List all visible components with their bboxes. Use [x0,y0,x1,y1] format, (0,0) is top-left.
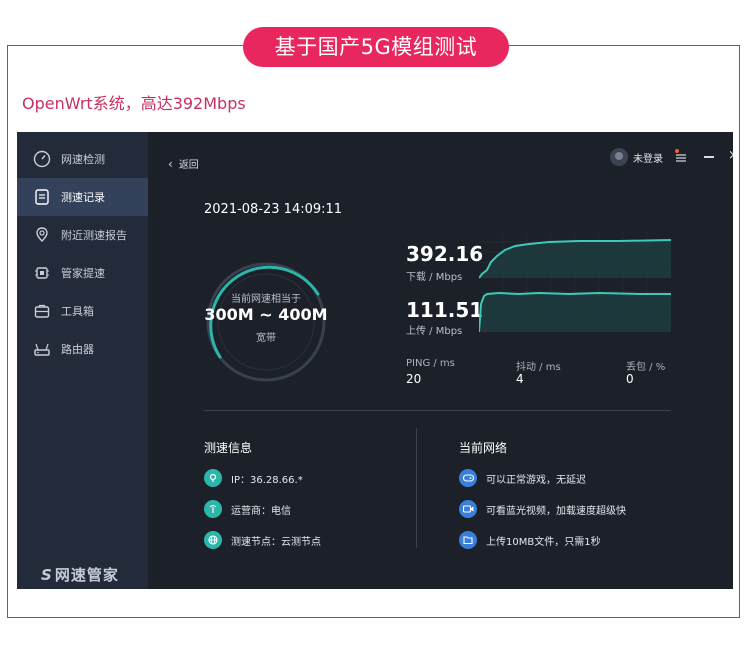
location-pin-icon [204,469,222,487]
gamepad-icon [459,469,477,487]
user-login[interactable]: 未登录 [610,148,663,166]
avatar [610,148,628,166]
info-row-node: 测速节点：云测节点 [204,531,321,549]
column-divider [416,428,417,548]
app-window: 网速检测 测速记录 附近测速报告 管家提速 工具箱 路由器 S 网速管家 ‹ 返… [17,132,733,589]
close-icon[interactable]: × [728,148,733,163]
download-label: 下载 / Mbps [406,272,463,283]
gauge-caption: 当前网速相当于 [231,294,301,305]
sidebar-item-toolbox[interactable]: 工具箱 [17,292,148,330]
sidebar-item-label: 路由器 [61,343,94,356]
speedometer-icon [32,149,52,169]
network-row-text: 上传10MB文件，只需1秒 [486,536,601,548]
jitter-label: 抖动 / ms [516,362,561,373]
ping-value: 20 [406,372,422,386]
test-timestamp: 2021-08-23 14:09:11 [204,202,343,217]
router-icon [32,339,52,359]
info-row-text: 运营商：电信 [231,505,291,517]
brand-mark-icon: S [41,566,53,584]
network-row-upload: 上传10MB文件，只需1秒 [459,531,601,549]
sidebar-item-label: 管家提速 [61,267,105,280]
loss-value: 0 [626,372,634,386]
upload-value: 111.51 [406,298,484,322]
speed-chart [479,232,671,332]
brand-logo: S 网速管家 [41,564,119,585]
sidebar-item-label: 网速检测 [61,153,105,166]
upload-label: 上传 / Mbps [406,326,463,337]
toolbox-icon [32,301,52,321]
back-label: 返回 [178,160,199,171]
chevron-left-icon: ‹ [168,157,173,171]
section-divider [204,410,671,411]
back-button[interactable]: ‹ 返回 [168,156,199,171]
user-label: 未登录 [633,153,663,165]
network-row-video: 可看蓝光视频，加载速度超级快 [459,500,626,518]
menu-icon[interactable] [676,148,686,167]
main-panel: ‹ 返回 未登录 × 2021-08-23 14:09:11 当前网速相当于 30… [148,132,733,589]
gauge-range: 300M ~ 400M [204,305,328,324]
ping-label: PING / ms [406,358,455,369]
sidebar-item-label: 工具箱 [61,305,94,318]
jitter-value: 4 [516,372,524,386]
record-list-icon [32,187,52,207]
sidebar-item-router[interactable]: 路由器 [17,330,148,368]
loss-label: 丢包 / % [626,362,666,373]
network-row-gaming: 可以正常游戏，无延迟 [459,469,586,487]
network-row-text: 可以正常游戏，无延迟 [486,474,586,486]
brand-name: 网速管家 [54,566,119,584]
sidebar-item-boost[interactable]: 管家提速 [17,254,148,292]
subtitle: OpenWrt系统，高达392Mbps [22,94,246,113]
upload-area [479,293,671,332]
gauge-unit: 宽带 [256,333,276,344]
banner-title: 基于国产5G模组测试 [243,27,509,67]
sidebar: 网速检测 测速记录 附近测速报告 管家提速 工具箱 路由器 S 网速管家 [17,132,148,589]
sidebar-item-label: 测速记录 [61,191,105,204]
chip-icon [32,263,52,283]
current-network-title: 当前网络 [459,441,508,455]
antenna-icon [204,500,222,518]
download-value: 392.16 [406,242,484,266]
test-info-title: 测速信息 [204,441,253,455]
minimize-icon[interactable] [704,156,714,158]
globe-icon [204,531,222,549]
sidebar-item-nearby-report[interactable]: 附近测速报告 [17,216,148,254]
download-area [479,240,671,278]
network-row-text: 可看蓝光视频，加载速度超级快 [486,505,626,517]
sidebar-item-records[interactable]: 测速记录 [17,178,148,216]
sidebar-item-speed-test[interactable]: 网速检测 [17,140,148,178]
video-icon [459,500,477,518]
info-row-text: 测速节点：云测节点 [231,536,321,548]
info-row-isp: 运营商：电信 [204,500,291,518]
info-row-text: IP：36.28.66.* [231,474,303,486]
sidebar-item-label: 附近测速报告 [61,229,127,242]
location-icon [32,225,52,245]
info-row-ip: IP：36.28.66.* [204,469,303,487]
file-upload-icon [459,531,477,549]
